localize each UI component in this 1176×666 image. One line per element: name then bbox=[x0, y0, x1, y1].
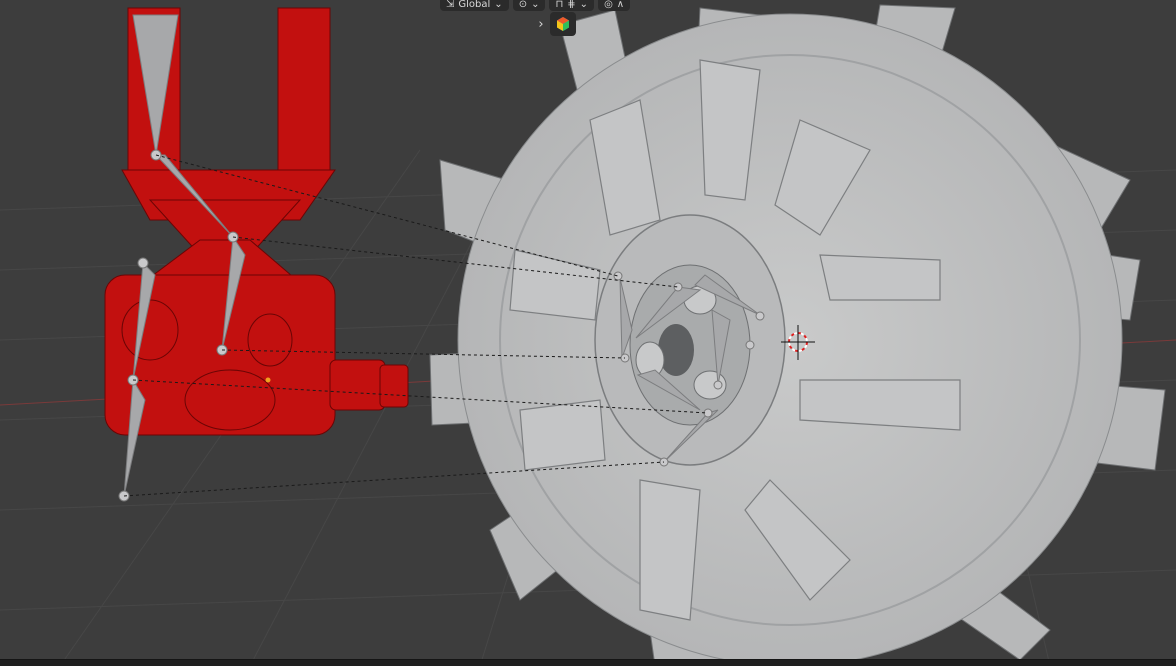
bottom-timeline-edge bbox=[0, 659, 1176, 666]
viewport-header: ⇲ Global ⌄ ⊙ ⌄ ⊓ ⋕ ⌄ ◎ ∧ bbox=[440, 0, 631, 11]
pivot-icon: ⊙ bbox=[518, 0, 528, 10]
snap-grid-icon: ⋕ bbox=[567, 0, 576, 10]
viewport-scene[interactable] bbox=[0, 0, 1176, 666]
falloff-icon: ∧ bbox=[616, 0, 625, 10]
chevron-right-icon[interactable]: › bbox=[532, 12, 550, 36]
viewport-shading-button[interactable] bbox=[550, 12, 576, 36]
proportional-edit-toggle[interactable]: ◎ ∧ bbox=[598, 0, 631, 11]
gizmo-toolbar: › bbox=[532, 12, 576, 36]
3d-viewport[interactable] bbox=[0, 0, 1176, 666]
proportional-edit-icon: ◎ bbox=[604, 0, 613, 10]
pivot-point-dropdown[interactable]: ⊙ ⌄ bbox=[512, 0, 546, 11]
orientation-label: Global bbox=[458, 0, 491, 10]
viewport-shading-icon bbox=[557, 17, 569, 31]
object-origin bbox=[265, 377, 271, 383]
snap-icon: ⊓ bbox=[555, 0, 564, 10]
snap-toggle[interactable]: ⊓ ⋕ ⌄ bbox=[549, 0, 595, 11]
chevron-down-icon: ⌄ bbox=[579, 0, 589, 10]
chevron-down-icon: ⌄ bbox=[494, 0, 503, 10]
transform-orientation-dropdown[interactable]: ⇲ Global ⌄ bbox=[440, 0, 509, 11]
transform-orientation-icon: ⇲ bbox=[446, 0, 455, 10]
chevron-down-icon: ⌄ bbox=[531, 0, 540, 10]
